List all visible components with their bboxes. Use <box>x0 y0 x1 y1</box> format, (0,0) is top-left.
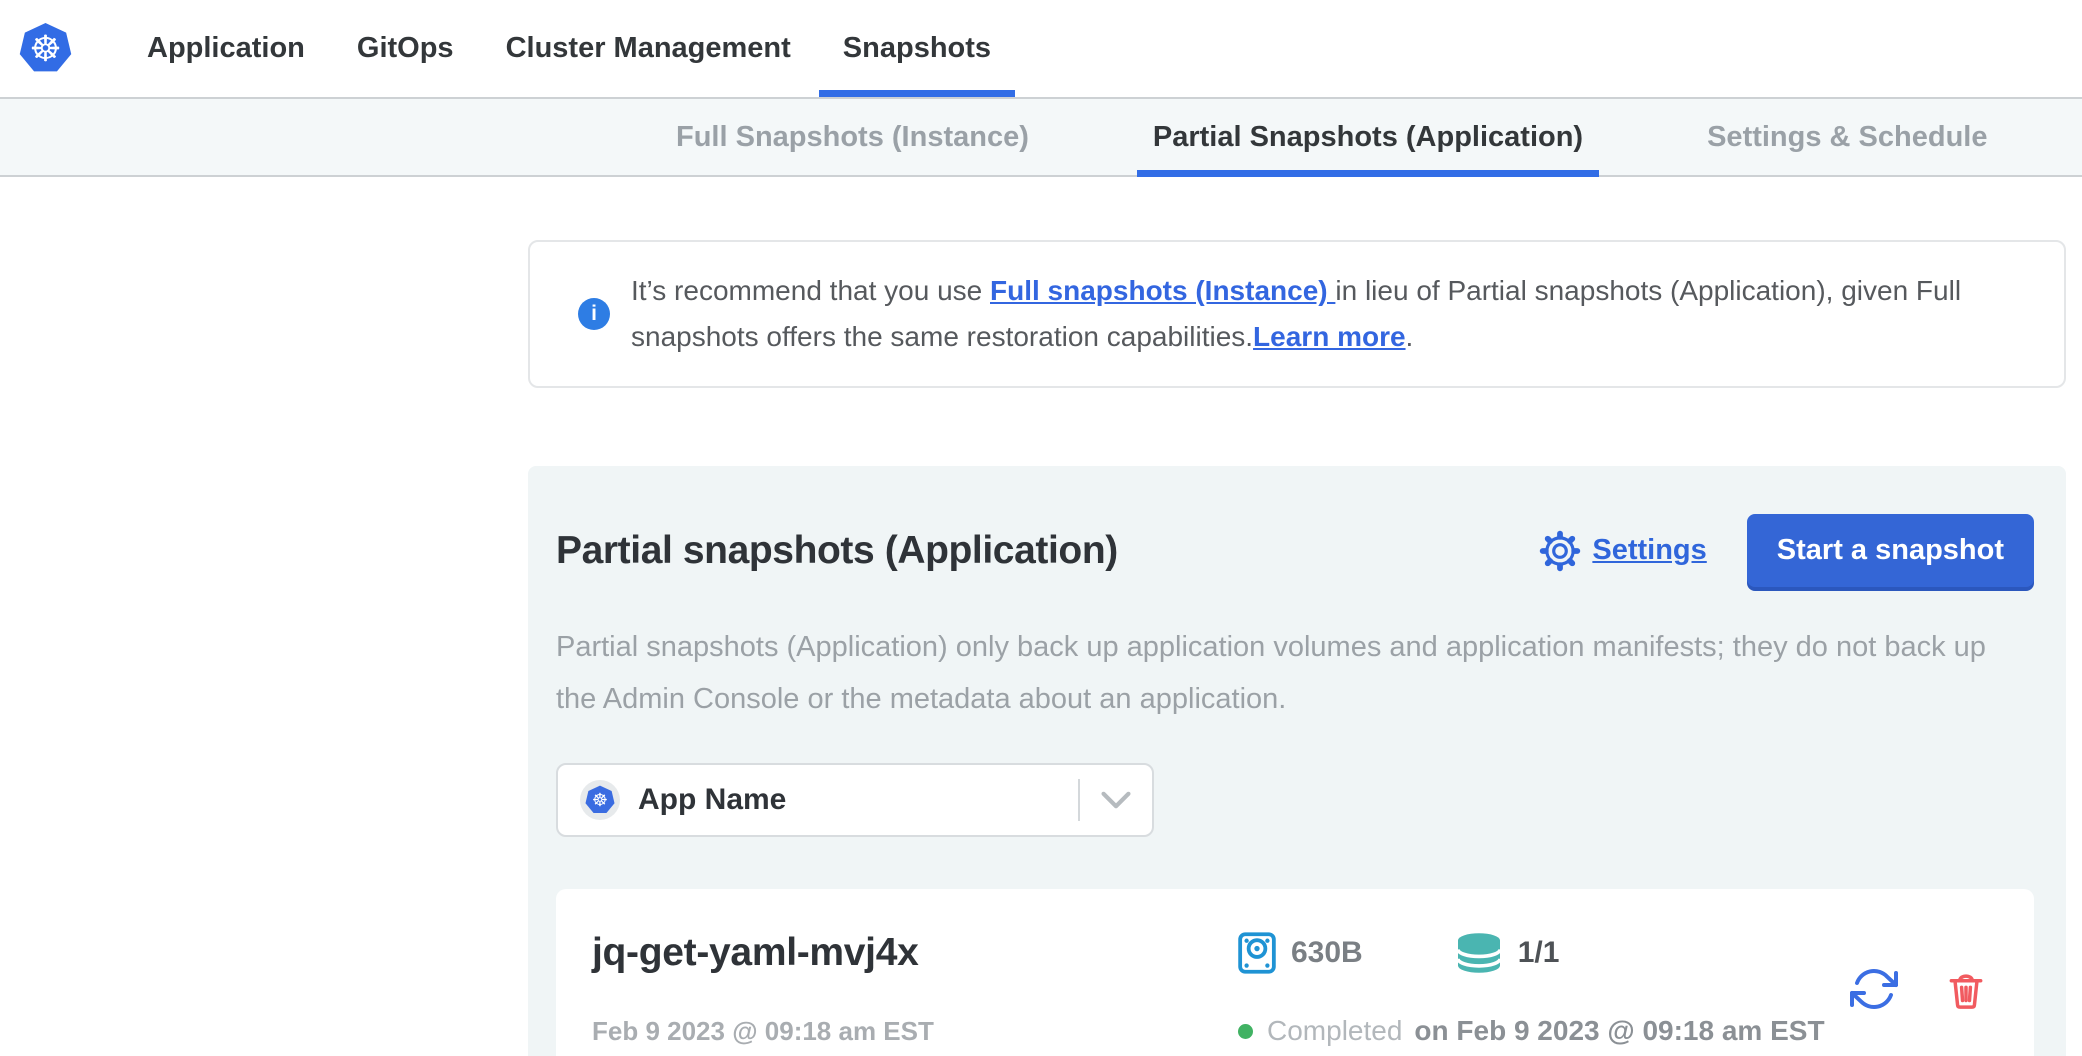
panel-header: Partial snapshots (Application) <box>556 514 2034 587</box>
kubernetes-wheel-glyph: ☸ <box>29 31 61 67</box>
restore-snapshot-button[interactable] <box>1850 965 1898 1013</box>
database-icon <box>1455 932 1503 974</box>
infobox-text-after: . <box>1406 321 1414 352</box>
snapshot-status-line: Completed on Feb 9 2023 @ 09:18 am EST <box>1238 1015 1850 1047</box>
infobox-text-before: It’s recommend that you use <box>631 275 990 306</box>
tab-application[interactable]: Application <box>121 0 331 97</box>
subtab-settings-schedule[interactable]: Settings & Schedule <box>1691 99 2003 175</box>
app-kubernetes-badge: ☸ <box>580 780 620 820</box>
info-icon: i <box>578 298 610 330</box>
snapshot-size-value: 630B <box>1291 936 1363 970</box>
app-name-dropdown[interactable]: ☸ App Name <box>556 763 1154 837</box>
tab-gitops-label: GitOps <box>357 32 454 65</box>
status-dot <box>1238 1024 1253 1039</box>
full-snapshots-link[interactable]: Full snapshots (Instance) <box>990 275 1335 306</box>
trash-icon <box>1944 966 1988 1012</box>
snapshot-row-grid: jq-get-yaml-mvj4x <box>592 931 1850 1047</box>
tab-snapshots-label: Snapshots <box>843 32 991 65</box>
panel-title: Partial snapshots (Application) <box>556 529 1118 573</box>
snapshot-volumes-stat: 1/1 <box>1455 932 1560 974</box>
chevron-down-icon <box>1100 791 1132 809</box>
settings-link[interactable]: Settings <box>1539 530 1706 572</box>
top-navigation: ☸ Application GitOps Cluster Management … <box>0 0 2082 97</box>
app-kubernetes-icon: ☸ <box>585 785 616 815</box>
settings-link-label: Settings <box>1592 534 1706 567</box>
subnav-tabs: Full Snapshots (Instance) Partial Snapsh… <box>660 99 2003 175</box>
tab-snapshots[interactable]: Snapshots <box>817 0 1017 97</box>
learn-more-link[interactable]: Learn more <box>1253 321 1406 352</box>
dropdown-chevron-area[interactable] <box>1080 765 1152 835</box>
snapshot-stats: 630B 1/1 <box>1238 932 1850 974</box>
restore-icon <box>1850 965 1898 1013</box>
subtab-partial-snapshots-label: Partial Snapshots (Application) <box>1153 121 1583 154</box>
snapshot-status-detail: on Feb 9 2023 @ 09:18 am EST <box>1414 1015 1824 1047</box>
main-content: i It’s recommend that you use Full snaps… <box>528 240 2066 1056</box>
tab-cluster-management[interactable]: Cluster Management <box>480 0 817 97</box>
infobox-text: It’s recommend that you use Full snapsho… <box>631 268 1981 360</box>
panel-description: Partial snapshots (Application) only bac… <box>556 621 2034 725</box>
logo-wrap: ☸ <box>0 0 73 97</box>
app-name-value: App Name <box>638 783 786 817</box>
snapshot-status: Completed <box>1267 1015 1402 1047</box>
snapshot-timestamp: Feb 9 2023 @ 09:18 am EST <box>592 1016 1238 1047</box>
snapshot-name: jq-get-yaml-mvj4x <box>592 931 1238 975</box>
delete-snapshot-button[interactable] <box>1944 966 1988 1012</box>
tab-gitops[interactable]: GitOps <box>331 0 480 97</box>
subtab-settings-schedule-label: Settings & Schedule <box>1707 121 1987 154</box>
tab-application-label: Application <box>147 32 305 65</box>
panel-actions: Settings Start a snapshot <box>1539 514 2034 587</box>
gear-icon <box>1539 530 1581 572</box>
info-icon-glyph: i <box>591 302 597 326</box>
start-snapshot-button[interactable]: Start a snapshot <box>1747 514 2034 587</box>
recommendation-infobox: i It’s recommend that you use Full snaps… <box>528 240 2066 388</box>
snapshot-volumes-value: 1/1 <box>1518 936 1560 970</box>
partial-snapshots-panel: Partial snapshots (Application) <box>528 466 2066 1056</box>
snapshot-size-stat: 630B <box>1238 932 1363 974</box>
app-kubernetes-glyph: ☸ <box>592 791 608 809</box>
snapshot-actions <box>1850 965 2010 1013</box>
topnav-tabs: Application GitOps Cluster Management Sn… <box>121 0 1017 97</box>
snapshot-row: jq-get-yaml-mvj4x <box>556 889 2034 1056</box>
subtab-full-snapshots[interactable]: Full Snapshots (Instance) <box>660 99 1045 175</box>
subtab-partial-snapshots[interactable]: Partial Snapshots (Application) <box>1137 99 1599 175</box>
snapshots-sub-navigation: Full Snapshots (Instance) Partial Snapsh… <box>0 97 2082 177</box>
kubernetes-logo-icon: ☸ <box>18 22 73 75</box>
tab-cluster-management-label: Cluster Management <box>506 32 791 65</box>
subtab-full-snapshots-label: Full Snapshots (Instance) <box>676 121 1029 154</box>
disk-icon <box>1238 932 1276 974</box>
